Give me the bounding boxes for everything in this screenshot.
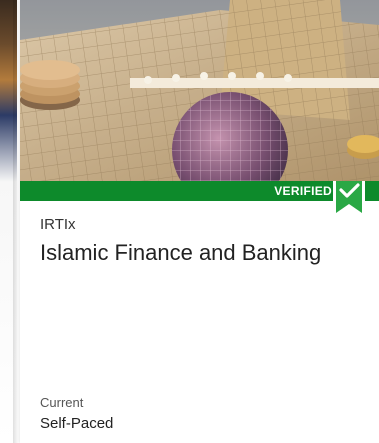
course-card[interactable]: VERIFIED IRTIx Islamic Finance and Banki… bbox=[20, 0, 379, 443]
card-divider-shadow bbox=[13, 0, 19, 443]
course-organization: IRTIx bbox=[40, 216, 76, 233]
course-pacing: Self-Paced bbox=[40, 415, 114, 432]
verified-banner: VERIFIED bbox=[20, 181, 379, 201]
course-schedule-label: Current bbox=[40, 395, 84, 410]
verified-label: VERIFIED bbox=[274, 184, 332, 198]
course-title[interactable]: Islamic Finance and Banking bbox=[40, 240, 321, 266]
checkmark-ribbon-icon bbox=[333, 181, 365, 219]
course-banner-illustration bbox=[20, 0, 379, 181]
course-image[interactable] bbox=[20, 0, 379, 181]
